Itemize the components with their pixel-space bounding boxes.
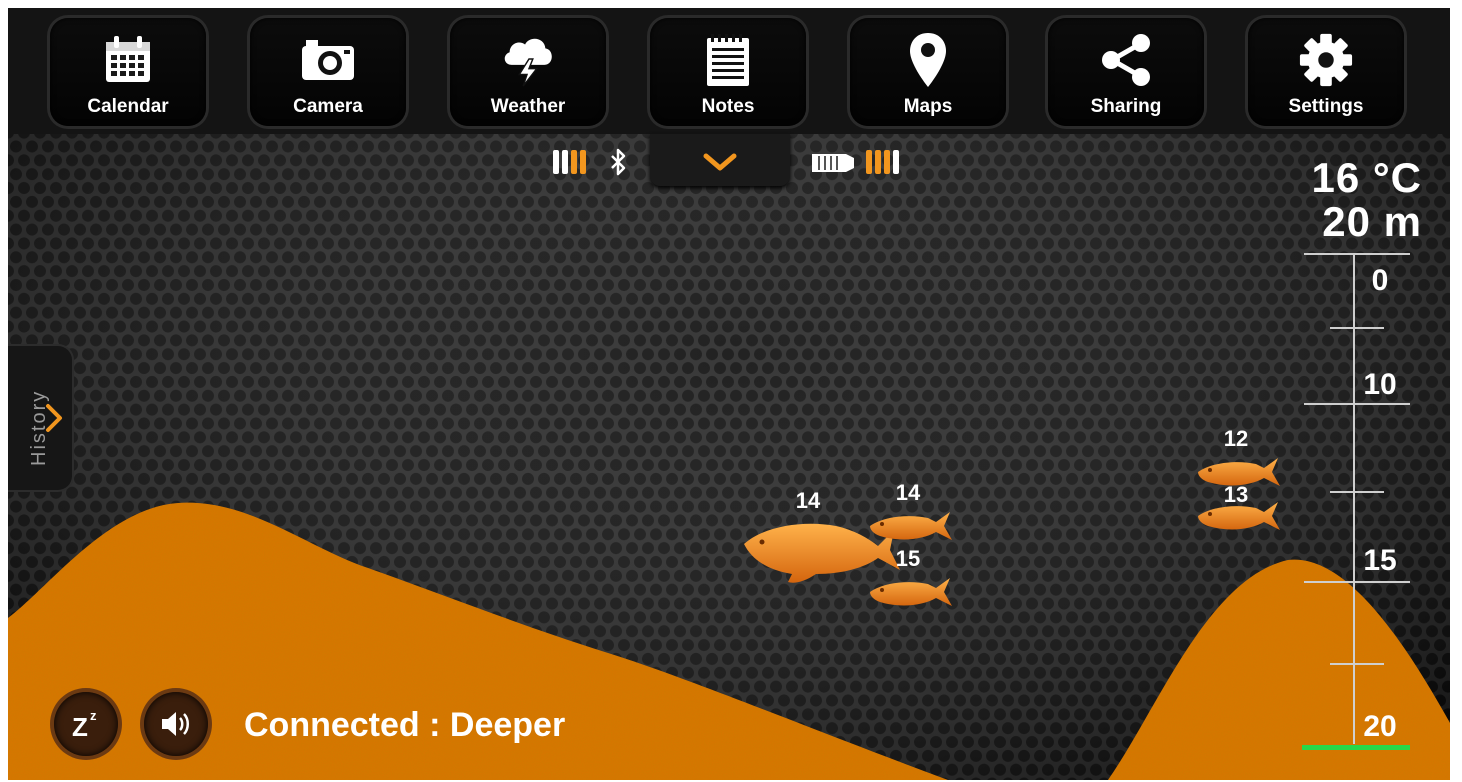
depth-readout: 20 m bbox=[1322, 198, 1422, 245]
chevron-down-icon bbox=[703, 153, 737, 171]
map-pin-icon bbox=[900, 32, 956, 88]
fish-label: 14 bbox=[896, 480, 921, 505]
sleep-button[interactable]: Z z bbox=[54, 692, 118, 756]
top-toolbar: Calendar Camera Weather Notes Maps Shari… bbox=[8, 8, 1450, 134]
bluetooth-icon bbox=[611, 148, 626, 176]
maps-label: Maps bbox=[903, 96, 953, 117]
sharing-button[interactable]: Sharing bbox=[1048, 18, 1204, 126]
weather-icon bbox=[500, 32, 556, 88]
fish-small-15[interactable] bbox=[870, 578, 952, 606]
fish-small-14[interactable] bbox=[870, 512, 952, 540]
sharing-label: Sharing bbox=[1090, 96, 1162, 117]
camera-button[interactable]: Camera bbox=[250, 18, 406, 126]
battery-icon bbox=[866, 150, 899, 174]
settings-button[interactable]: Settings bbox=[1248, 18, 1404, 126]
weather-button[interactable]: Weather bbox=[450, 18, 606, 126]
share-icon bbox=[1098, 32, 1154, 88]
svg-text:z: z bbox=[90, 708, 97, 723]
depth-tick-0: 0 bbox=[1372, 264, 1389, 297]
depth-tick-20: 20 bbox=[1363, 710, 1396, 743]
fish-label: 15 bbox=[896, 546, 920, 571]
battery-icon bbox=[553, 150, 586, 174]
settings-label: Settings bbox=[1288, 96, 1364, 117]
camera-label: Camera bbox=[293, 96, 363, 117]
sonar-app: 0 10 15 20 14 14 15 12 13 Calendar Camer… bbox=[8, 8, 1450, 780]
depth-tick-15: 15 bbox=[1363, 544, 1396, 577]
calendar-label: Calendar bbox=[87, 96, 169, 117]
sleep-icon: Z z bbox=[72, 708, 97, 742]
depth-tick-10: 10 bbox=[1363, 368, 1396, 401]
sound-button[interactable] bbox=[144, 692, 208, 756]
calendar-button[interactable]: Calendar bbox=[50, 18, 206, 126]
notes-button[interactable]: Notes bbox=[650, 18, 806, 126]
svg-text:Z: Z bbox=[72, 712, 88, 742]
maps-button[interactable]: Maps bbox=[850, 18, 1006, 126]
speaker-icon bbox=[162, 712, 189, 736]
notes-label: Notes bbox=[701, 96, 755, 117]
weather-label: Weather bbox=[490, 96, 566, 117]
depth-marker bbox=[1302, 745, 1410, 750]
dropdown-toggle[interactable] bbox=[650, 134, 790, 186]
notes-icon bbox=[700, 32, 756, 88]
gear-icon bbox=[1298, 32, 1354, 88]
chevron-right-icon bbox=[46, 404, 62, 432]
connection-status: Connected : Deeper bbox=[244, 706, 566, 744]
temperature-readout: 16 °C bbox=[1311, 154, 1422, 201]
calendar-icon bbox=[100, 32, 156, 88]
fish-label: 14 bbox=[796, 488, 821, 513]
fish-label: 13 bbox=[1224, 482, 1248, 507]
sensor-icon bbox=[812, 154, 854, 172]
history-tab[interactable]: History bbox=[8, 346, 72, 490]
fish-label: 12 bbox=[1224, 426, 1248, 451]
camera-icon bbox=[300, 32, 356, 88]
